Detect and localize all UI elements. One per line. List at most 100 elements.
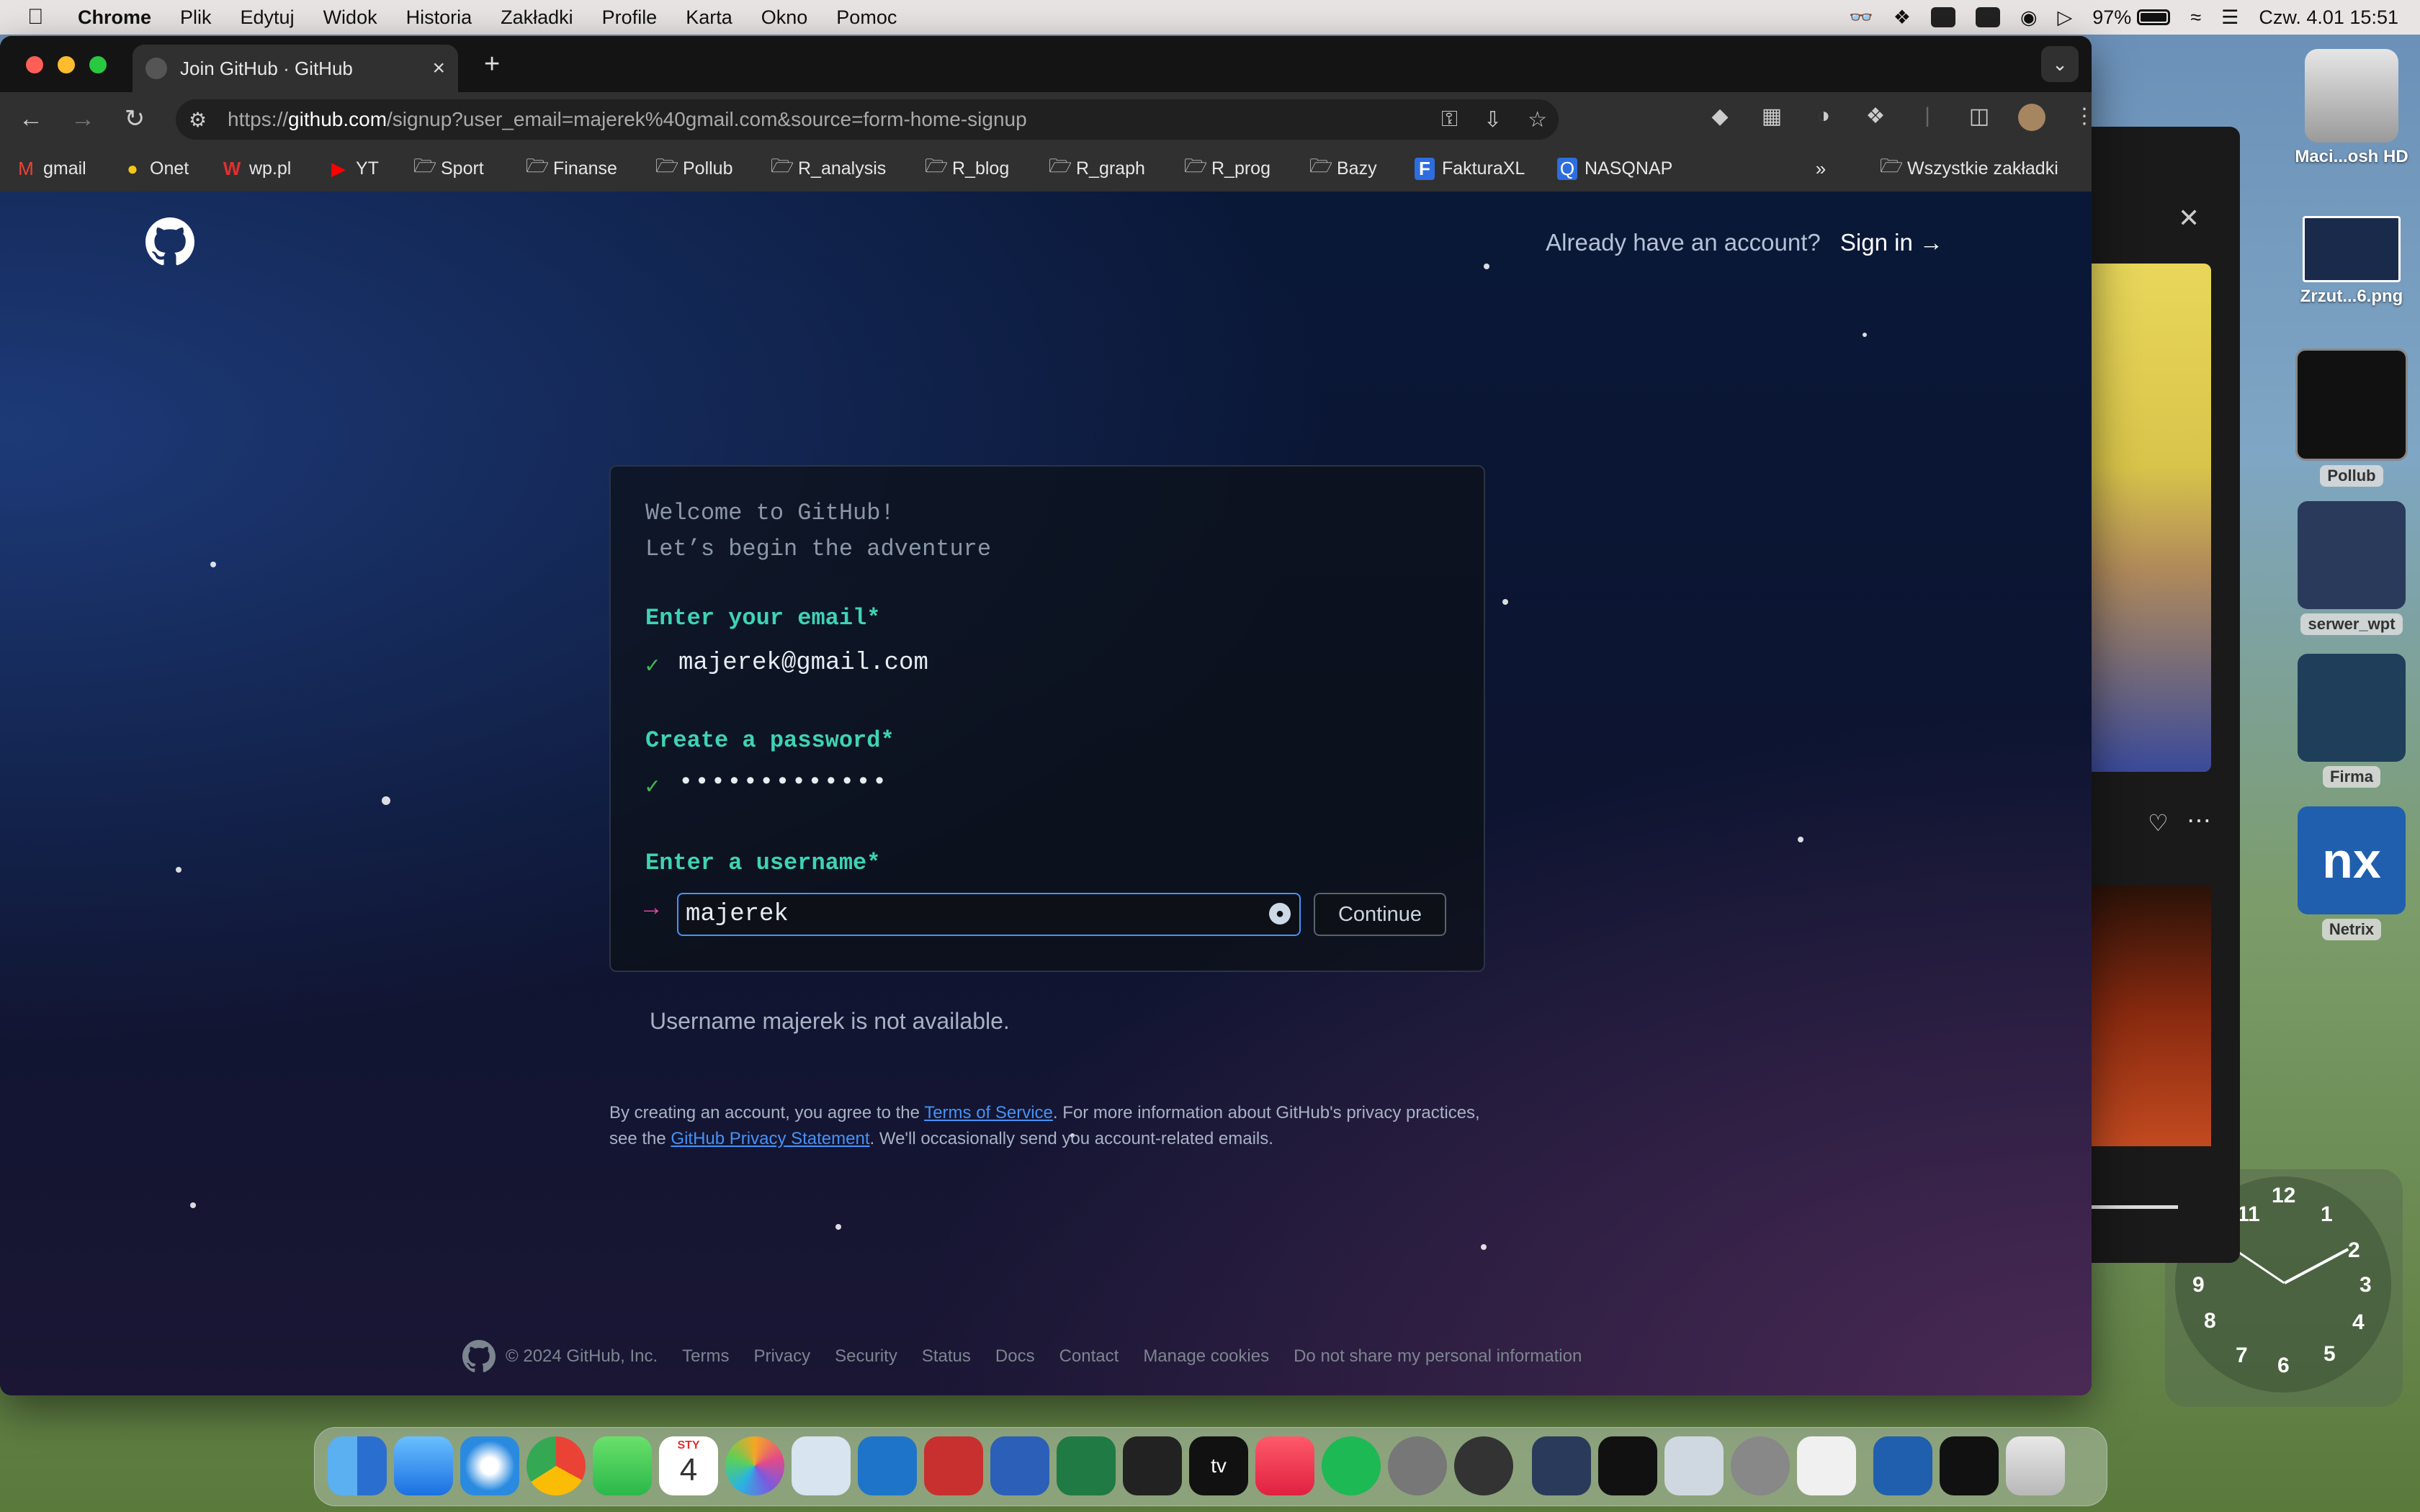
control-center-icon[interactable]: ☰ xyxy=(2221,6,2238,29)
password-manager-icon[interactable]: ● xyxy=(1269,903,1291,924)
terms-of-service-link[interactable]: Terms of Service xyxy=(924,1103,1053,1122)
dock-safari-icon[interactable] xyxy=(460,1436,519,1495)
dock-word-icon[interactable] xyxy=(990,1436,1049,1495)
dock-chatgpt-icon[interactable] xyxy=(1454,1436,1513,1495)
bookmark-folder-r-prog[interactable]: 🗁 R_prog xyxy=(1184,155,1270,181)
dock-preview-icon[interactable] xyxy=(1664,1436,1724,1495)
footer-link-security[interactable]: Security xyxy=(835,1346,897,1367)
vpn-tray-icon[interactable]: ◉ xyxy=(2020,6,2038,29)
window-close-button[interactable] xyxy=(26,56,43,73)
dock-excel-icon[interactable] xyxy=(1057,1436,1116,1495)
dock-messages-icon[interactable] xyxy=(593,1436,652,1495)
bookmark-folder-finanse[interactable]: 🗁 Finanse xyxy=(526,155,617,181)
glasses-icon[interactable]: 👓 xyxy=(1849,6,1873,29)
bookmark-folder-r-analysis[interactable]: 🗁 R_analysis xyxy=(771,155,886,181)
address-bar[interactable]: ⚙ https://github.com/signup?user_email=m… xyxy=(176,99,1559,140)
dock-rstudio-icon[interactable] xyxy=(792,1436,851,1495)
extensions-puzzle-icon[interactable]: ❖ xyxy=(1863,104,1888,131)
reload-icon[interactable]: ↻ xyxy=(118,102,151,135)
profile-avatar[interactable] xyxy=(2018,104,2045,131)
extension-bitwarden-icon[interactable]: ◑ xyxy=(1811,104,1837,131)
playback-progress-bar[interactable] xyxy=(2092,1205,2178,1209)
github-logo-icon[interactable] xyxy=(145,217,194,266)
github-footer-logo-icon[interactable] xyxy=(462,1340,496,1373)
menubar-datetime[interactable]: Czw. 4.01 15:51 xyxy=(2259,6,2398,29)
footer-link-status[interactable]: Status xyxy=(922,1346,971,1367)
window-maximize-button[interactable] xyxy=(89,56,107,73)
extension-doc-icon[interactable]: ▦ xyxy=(1759,104,1785,131)
continue-button[interactable]: Continue xyxy=(1314,893,1446,936)
menu-window[interactable]: Okno xyxy=(761,6,808,29)
password-field[interactable]: ••••••••••••• xyxy=(678,769,888,796)
apple-menu-icon[interactable]:  xyxy=(27,5,49,30)
bookmark-star-icon[interactable]: ☆ xyxy=(1528,107,1547,132)
dock-spotify-icon[interactable] xyxy=(1322,1436,1381,1495)
desktop-item-firma[interactable]: Firma xyxy=(2290,654,2413,788)
tab-search-icon[interactable]: ⌄ xyxy=(2041,46,2079,82)
install-icon[interactable]: ⇩ xyxy=(1484,107,1502,132)
bookmark-folder-bazy[interactable]: 🗁 Bazy xyxy=(1309,155,1377,181)
heart-icon[interactable]: ♡ xyxy=(2148,809,2169,837)
signin-link[interactable]: Sign in → xyxy=(1840,229,1943,256)
close-icon[interactable]: ✕ xyxy=(2178,203,2200,233)
footer-link-docs[interactable]: Docs xyxy=(995,1346,1035,1367)
dock-textedit-icon[interactable] xyxy=(1797,1436,1856,1495)
menu-view[interactable]: Widok xyxy=(323,6,377,29)
desktop-item-screenshot[interactable]: Zrzut...6.png xyxy=(2290,216,2413,307)
bookmark-yt[interactable]: ▶ YT xyxy=(328,156,379,181)
key-icon[interactable]: ⚿ xyxy=(1441,107,1458,132)
dock-vscode-icon[interactable] xyxy=(858,1436,917,1495)
bookmark-gmail[interactable]: Mgmail xyxy=(16,156,86,181)
menu-history[interactable]: Historia xyxy=(406,6,472,29)
menu-help[interactable]: Pomoc xyxy=(836,6,897,29)
footer-link-contact[interactable]: Contact xyxy=(1059,1346,1119,1367)
dock-chrome-icon[interactable] xyxy=(526,1436,586,1495)
dock-calendar-icon[interactable]: STY 4 xyxy=(659,1436,718,1495)
play-tray-icon[interactable]: ▷ xyxy=(2058,6,2073,29)
dock-finder-icon[interactable] xyxy=(328,1436,387,1495)
dock-mail-icon[interactable] xyxy=(394,1436,453,1495)
dock-music-icon[interactable] xyxy=(1255,1436,1314,1495)
menu-profiles[interactable]: Profile xyxy=(602,6,658,29)
footer-link-terms[interactable]: Terms xyxy=(682,1346,729,1367)
bookmark-nasqnap[interactable]: Q NASQNAP xyxy=(1557,156,1672,181)
desktop-item-pollub[interactable]: Pollub xyxy=(2290,348,2413,487)
menu-edit[interactable]: Edytuj xyxy=(241,6,295,29)
bookmark-folder-r-blog[interactable]: 🗁 R_blog xyxy=(925,155,1009,181)
username-input[interactable] xyxy=(677,893,1301,936)
privacy-statement-link[interactable]: GitHub Privacy Statement xyxy=(671,1129,869,1148)
email-field[interactable]: majerek@gmail.com xyxy=(678,649,928,677)
chatgpt-tray-icon[interactable]: ❖ xyxy=(1894,6,1911,29)
forward-icon[interactable]: → xyxy=(66,102,99,135)
dock-nx-icon[interactable] xyxy=(1873,1436,1932,1495)
wifi-icon[interactable]: ≈ xyxy=(2190,6,2201,29)
site-info-icon[interactable]: ⚙ xyxy=(189,108,218,132)
dock-apple-tv-icon[interactable]: tv xyxy=(1189,1436,1248,1495)
battery-indicator[interactable]: 97% xyxy=(2092,6,2171,29)
dock-terminal-icon[interactable] xyxy=(1123,1436,1182,1495)
dock-activity-monitor-icon[interactable] xyxy=(1598,1436,1657,1495)
new-tab-icon[interactable]: + xyxy=(484,49,500,80)
dock-trash-icon[interactable] xyxy=(2006,1436,2065,1495)
dock-parallels-icon[interactable] xyxy=(1940,1436,1999,1495)
bookmark-folder-r-graph[interactable]: 🗁 R_graph xyxy=(1049,155,1145,181)
chrome-menu-icon[interactable]: ⋮ xyxy=(2071,104,2092,131)
dock-tex-icon[interactable] xyxy=(1731,1436,1790,1495)
desktop-item-serwer[interactable]: serwer_wpt xyxy=(2290,501,2413,635)
extension-shield-icon[interactable]: ◆ xyxy=(1707,104,1733,131)
dock-system-settings-icon[interactable] xyxy=(1388,1436,1447,1495)
app-tray-icon[interactable] xyxy=(1930,7,1955,27)
bookmark-onet[interactable]: ● Onet xyxy=(122,156,189,181)
all-bookmarks-folder[interactable]: 🗁 Wszystkie zakładki xyxy=(1880,155,2058,181)
back-icon[interactable]: ← xyxy=(14,102,48,135)
bookmark-wp[interactable]: Wwp.pl xyxy=(222,156,292,181)
dock-zotero-icon[interactable] xyxy=(924,1436,983,1495)
bookmark-folder-pollub[interactable]: 🗁 Pollub xyxy=(655,155,733,181)
side-panel-icon[interactable]: ◫ xyxy=(1966,104,1992,131)
menu-file[interactable]: Plik xyxy=(180,6,212,29)
desktop-item-netrix[interactable]: nx Netrix xyxy=(2290,806,2413,940)
footer-link-do-not-share[interactable]: Do not share my personal information xyxy=(1294,1346,1582,1367)
more-icon[interactable]: ⋯ xyxy=(2187,806,2211,835)
dock-photos-icon[interactable] xyxy=(725,1436,784,1495)
bookmark-fakturaxl[interactable]: F FakturaXL xyxy=(1415,156,1525,181)
